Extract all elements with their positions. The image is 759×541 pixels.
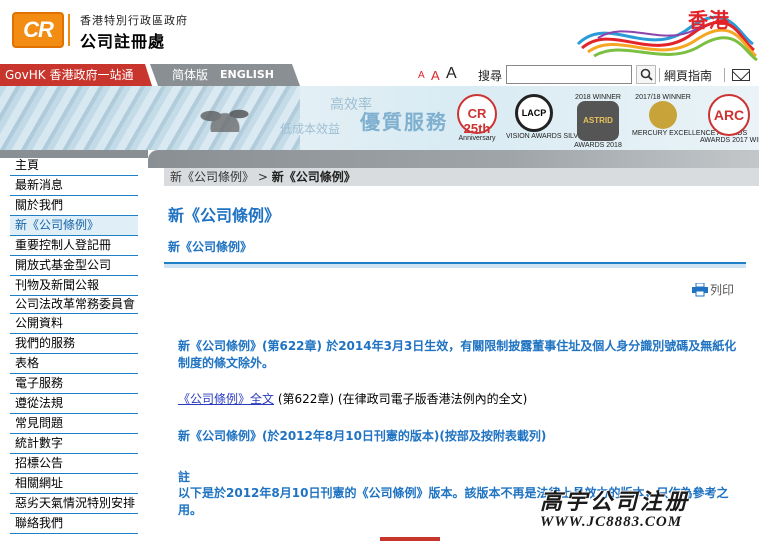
top-navbar: GovHK 香港政府一站通 简体版 ENGLISH A A A 搜尋 網頁指南 [0,64,759,86]
print-button[interactable]: 列印 [692,281,734,298]
cr-logo[interactable]: CR [12,12,64,48]
sidebar-item-faq[interactable]: 常見問題 [10,414,138,434]
breadcrumb: 新《公司條例》 > 新《公司條例》 [164,168,759,186]
award-astrid: 2018 WINNER ASTRID AWARDS 2018 [574,94,622,149]
banner-slogan-cost: 低成本效益 [280,122,341,136]
gazetted-version-link[interactable]: 新《公司條例》(於2012年8月10日刊憲的版本)(按部及按附表載列) [178,428,746,445]
org-title: 公司註冊處 [80,32,166,51]
sidebar-item-forms[interactable]: 表格 [10,354,138,374]
font-size-small-button[interactable]: A [418,70,425,81]
sidebar-item-e-services[interactable]: 電子服務 [10,374,138,394]
sitemap-link[interactable]: 網頁指南 [664,67,712,84]
search-button[interactable] [636,65,656,84]
full-text-description: (第622章) (在律政司電子版香港法例內的全文) [277,392,528,406]
breadcrumb-separator: > [257,170,268,184]
printer-icon [692,282,708,297]
sidebar-item-compliance[interactable]: 遵從法規 [10,394,138,414]
section-divider [164,262,746,268]
sidebar-item-tender-notices[interactable]: 招標公告 [10,454,138,474]
sidebar-item-related-links[interactable]: 相關網址 [10,474,138,494]
search-input[interactable] [506,65,632,84]
cr-anniversary-icon: CR 25th [457,94,497,136]
mercury-medal-icon [649,101,677,129]
banner-slogan-quality: 優質服務 [360,110,448,134]
site-header: CR 香港特別行政區政府 公司註冊處 香港 [0,0,759,64]
sidebar-item-new-companies-ordinance[interactable]: 新《公司條例》 [10,216,138,236]
nav-divider [724,68,725,82]
sidebar-item-about-us[interactable]: 關於我們 [10,196,138,216]
logo-divider [68,14,70,46]
sidebar-item-statistics[interactable]: 統計數字 [10,434,138,454]
print-label: 列印 [710,283,735,297]
sidebar-item-public-information[interactable]: 公開資料 [10,314,138,334]
sidebar-item-significant-controllers[interactable]: 重要控制人登記冊 [10,236,138,256]
full-text-link[interactable]: 《公司條例》全文 [178,392,274,406]
sidebar-item-contact-us[interactable]: 聯絡我們 [10,514,138,534]
govhk-link[interactable]: GovHK 香港政府一站通 [0,64,152,86]
sidebar-item-our-services[interactable]: 我們的服務 [10,334,138,354]
award-cr-25th-anniversary: CR 25th Anniversary [452,94,502,142]
astrid-badge-icon: ASTRID [577,101,619,141]
banner-people-image [190,92,260,132]
award-lacp: LACP VISION AWARDS SILVER WINNER [506,94,618,142]
font-size-large-button[interactable]: A [446,65,457,83]
org-subtitle: 香港特別行政區政府 [80,14,188,27]
main-content: 新《公司條例》 > 新《公司條例》 新《公司條例》 新《公司條例》 列印 新《公… [148,150,759,541]
arc-awards-icon: ARC [708,94,750,136]
left-sidebar: 主頁 最新消息 關於我們 新《公司條例》 重要控制人登記冊 開放式基金型公司 刊… [0,150,148,541]
brand-hk-text: 香港 [688,8,730,32]
page-title: 新《公司條例》 [168,206,281,225]
section-title: 新《公司條例》 [168,240,253,254]
english-link[interactable]: ENGLISH [220,64,274,86]
intro-paragraph: 新《公司條例》(第622章) 於2014年3月3日生效，有關限制披露董事住址及個… [178,339,737,370]
lacp-laurel-icon: LACP [515,94,553,132]
search-label: 搜尋 [478,69,503,83]
note-heading: 註 [178,470,191,484]
language-bar: 简体版 ENGLISH [150,64,300,86]
breadcrumb-parent-link[interactable]: 新《公司條例》 [170,170,254,184]
sidebar-item-home[interactable]: 主頁 [10,156,138,176]
sidebar-menu: 主頁 最新消息 關於我們 新《公司條例》 重要控制人登記冊 開放式基金型公司 刊… [10,156,138,534]
watermark-url: WWW.JC8883.COM [540,514,683,530]
sidebar-item-publications[interactable]: 刊物及新聞公報 [10,276,138,296]
watermark-text: 高宇公司注册 [540,489,691,515]
font-size-medium-button[interactable]: A [431,68,440,83]
sidebar-item-sclcr[interactable]: 公司法改革常務委員會 [10,296,138,314]
simplified-chinese-link[interactable]: 简体版 [172,64,208,86]
content-top-bar [148,150,759,168]
full-text-paragraph: 《公司條例》全文 (第622章) (在律政司電子版香港法例內的全文) [178,391,746,408]
red-accent-bar [380,537,440,541]
breadcrumb-current: 新《公司條例》 [271,170,356,184]
sidebar-item-adverse-weather[interactable]: 惡劣天氣情況特別安排 [10,494,138,514]
banner: 高效率 優質服務 低成本效益 CR 25th Anniversary LACP … [0,86,759,150]
sidebar-item-latest-news[interactable]: 最新消息 [10,176,138,196]
search-icon [640,68,653,81]
logo-text: CR [23,17,54,42]
nav-divider [659,68,660,82]
sidebar-item-ofc[interactable]: 開放式基金型公司 [10,256,138,276]
award-arc: ARC AWARDS 2017 WINNER [700,94,759,144]
award-mercury: 2017/18 WINNER MERCURY EXCELLENCE AWARDS [632,94,748,137]
mail-icon[interactable] [732,69,750,81]
